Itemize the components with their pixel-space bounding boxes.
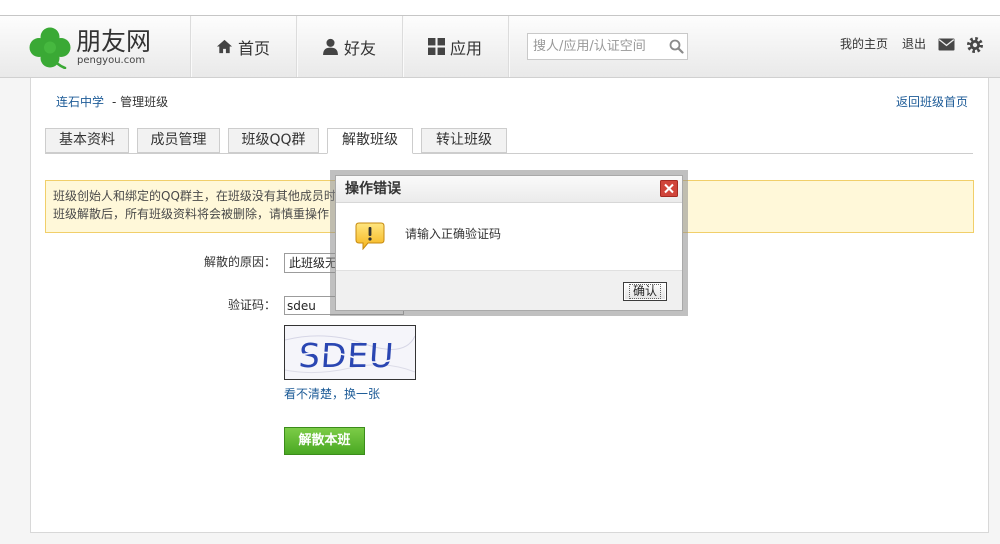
logo-title: 朋友网 xyxy=(76,27,152,56)
dialog-footer: 确认 xyxy=(336,270,682,310)
breadcrumb: 连石中学 - 管理班级 xyxy=(56,95,168,109)
site-logo[interactable]: 朋友网 pengyou.com xyxy=(0,16,175,77)
clover-logo-icon xyxy=(29,27,71,69)
reason-label: 解散的原因： xyxy=(203,255,276,269)
apps-grid-icon xyxy=(427,38,445,55)
captcha-graphic: SDEU xyxy=(285,326,415,379)
refresh-captcha-link[interactable]: 看不清楚，换一张 xyxy=(284,387,380,401)
nav-friends-label: 好友 xyxy=(343,38,376,58)
dialog-title: 操作错误 xyxy=(345,181,401,197)
tab-bar: 基本资料 成员管理 班级QQ群 解散班级 转让班级 xyxy=(45,128,515,154)
nav-home[interactable]: 首页 xyxy=(190,16,296,77)
search-box xyxy=(527,33,688,60)
dissolve-class-button[interactable]: 解散本班 xyxy=(284,427,365,455)
home-icon xyxy=(216,39,233,54)
breadcrumb-school-link[interactable]: 连石中学 xyxy=(56,95,104,109)
search-icon[interactable] xyxy=(669,39,684,54)
tab-dissolve-class[interactable]: 解散班级 xyxy=(327,128,413,154)
confirm-button-label: 确认 xyxy=(628,284,662,299)
warning-icon xyxy=(355,222,385,250)
dialog-titlebar: 操作错误 xyxy=(336,176,682,203)
back-to-class-home-link[interactable]: 返回班级首页 xyxy=(896,95,968,109)
logo-domain: pengyou.com xyxy=(77,55,146,66)
error-dialog: 操作错误 请输入正确验证码 确认 xyxy=(335,175,683,311)
confirm-button[interactable]: 确认 xyxy=(623,282,667,301)
page: 朋友网 pengyou.com 首页 好友 应用 搜人/应用/认证空间 我的主页… xyxy=(0,0,1000,544)
mail-icon[interactable] xyxy=(938,38,955,51)
captcha-label: 验证码： xyxy=(227,298,276,312)
my-home-link[interactable]: 我的主页 xyxy=(840,37,888,51)
close-icon[interactable] xyxy=(660,180,678,197)
nav-apps[interactable]: 应用 xyxy=(402,16,508,77)
search-input[interactable] xyxy=(528,34,664,59)
tab-basic-info[interactable]: 基本资料 xyxy=(45,128,129,153)
captcha-image: SDEU xyxy=(284,325,416,380)
nav-friends[interactable]: 好友 xyxy=(296,16,402,77)
tab-transfer-class[interactable]: 转让班级 xyxy=(421,128,507,153)
gear-icon[interactable] xyxy=(966,36,984,54)
breadcrumb-current: - 管理班级 xyxy=(112,95,169,109)
top-navbar: 朋友网 pengyou.com 首页 好友 应用 搜人/应用/认证空间 我的主页… xyxy=(0,15,1000,78)
nav-home-label: 首页 xyxy=(237,38,270,58)
dialog-message: 请输入正确验证码 xyxy=(405,227,502,241)
user-icon xyxy=(323,38,338,55)
error-dialog-frame: 操作错误 请输入正确验证码 确认 xyxy=(330,170,688,316)
tab-class-qq-group[interactable]: 班级QQ群 xyxy=(228,128,319,153)
tab-member-management[interactable]: 成员管理 xyxy=(137,128,220,153)
top-strip xyxy=(0,0,1000,15)
nav-divider xyxy=(508,16,509,77)
nav-apps-label: 应用 xyxy=(449,38,482,58)
logout-link[interactable]: 退出 xyxy=(902,37,926,51)
